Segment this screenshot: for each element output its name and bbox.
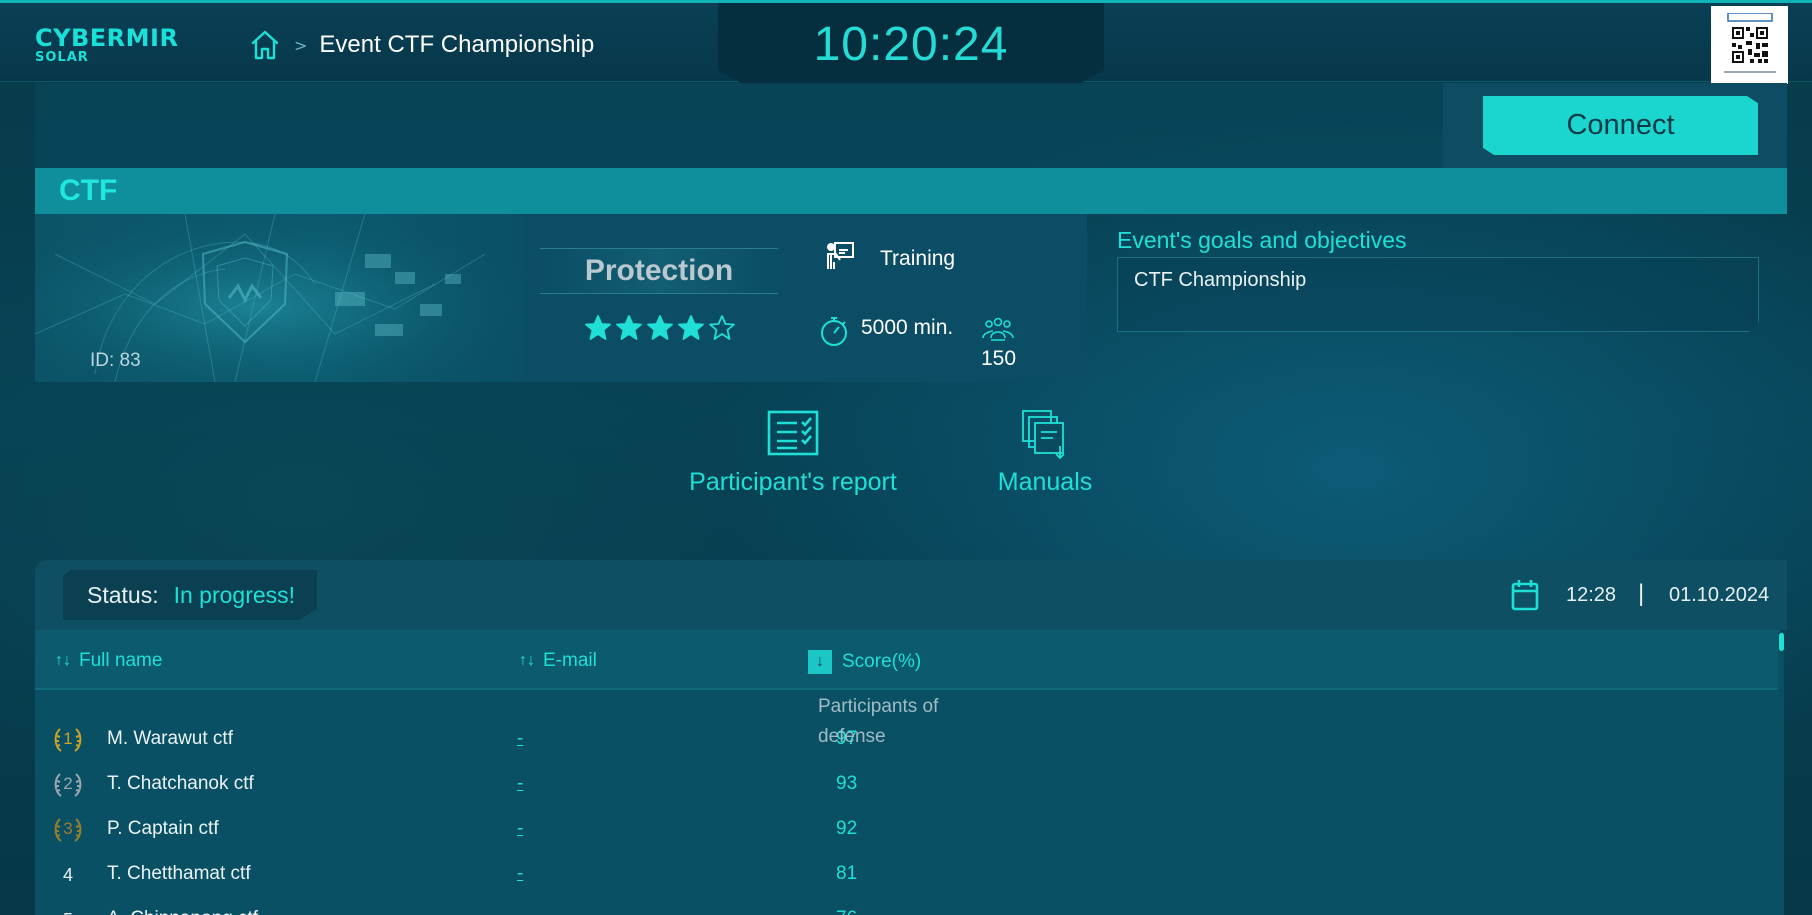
clock: 10:20:24 [813, 17, 1009, 71]
participant-score: 93 [836, 773, 858, 794]
star-filled-icon [647, 315, 673, 340]
participant-name: M. Warawut ctf [107, 728, 233, 749]
breadcrumb-current: Event CTF Championship [319, 31, 595, 58]
home-icon[interactable] [250, 29, 280, 61]
participant-score: 81 [836, 863, 858, 884]
participants-table: ↑↓ Full name ↑↓ E-mail ↓ Score(%) 1 M. Wa… [35, 630, 1780, 915]
status-time: 12:28 [1566, 584, 1617, 606]
report-checklist-icon [767, 410, 819, 456]
star-empty-icon [709, 315, 735, 340]
laurel-rank-icon: 2 [52, 769, 84, 801]
qr-code[interactable] [1711, 6, 1788, 84]
table-row[interactable]: 4 T. Chetthamat ctf - 81 [35, 850, 1780, 895]
participant-email-link[interactable]: - [517, 728, 523, 750]
participant-name: A. Chinnapong ctf [107, 908, 258, 915]
table-row[interactable]: 2 T. Chatchanok ctf - 93 [35, 760, 1780, 805]
connect-button[interactable]: Connect [1483, 96, 1758, 155]
participant-score: 92 [836, 818, 858, 839]
manuals-button[interactable]: Manuals [990, 410, 1100, 497]
rank-number: 3 [63, 819, 73, 838]
event-duration: 5000 min. [861, 316, 954, 339]
star-filled-icon [585, 315, 611, 340]
breadcrumb: > Event CTF Championship [250, 27, 594, 63]
participant-email-link[interactable]: - [517, 773, 523, 795]
presentation-icon [825, 240, 855, 276]
rating-stars [585, 315, 735, 341]
qr-code-icon [1723, 13, 1776, 73]
participant-email-link[interactable]: - [517, 818, 523, 840]
score-tooltip: Participants of defense [818, 696, 939, 747]
manuals-label: Manuals [997, 468, 1093, 496]
event-mode: Training [880, 247, 956, 270]
breadcrumb-separator: > [294, 35, 308, 55]
manuals-icon [1022, 410, 1065, 460]
category-title: CTF [59, 174, 118, 207]
sort-score[interactable]: ↓ Score(%) [808, 650, 921, 674]
rank-number: 1 [63, 729, 73, 748]
logo-main-text: CYBERMIR [35, 24, 179, 52]
goals-text: CTF Championship [1134, 269, 1307, 291]
table-row[interactable]: 3 P. Captain ctf - 92 [35, 805, 1780, 850]
logo[interactable]: CYBERMIR SOLAR [35, 25, 178, 65]
goals-title: Event's goals and objectives [1117, 227, 1407, 253]
participant-email-link[interactable]: - [517, 908, 523, 915]
participant-name: T. Chetthamat ctf [107, 863, 251, 884]
sort-descending-icon: ↓ [808, 650, 832, 674]
logo-sub-text: SOLAR [35, 50, 89, 65]
sort-arrows-icon: ↑↓ [519, 652, 535, 669]
laurel-rank-icon: 1 [52, 724, 84, 756]
category-band: CTF [35, 168, 1787, 214]
table-header: ↑↓ Full name ↑↓ E-mail ↓ Score(%) [35, 630, 1780, 690]
column-score: Score(%) [842, 651, 922, 672]
table-scrollbar-thumb[interactable] [1779, 633, 1784, 651]
table-scrollbar-track[interactable] [1778, 632, 1784, 915]
time-date-separator: | [1638, 580, 1645, 607]
laurel-rank-icon: 3 [52, 814, 84, 846]
participants-report-label: Participant's report [689, 468, 897, 496]
sort-arrows-icon: ↑↓ [55, 652, 71, 669]
participants-count: 150 [981, 347, 1017, 370]
rank-number: 4 [62, 864, 73, 885]
calendar-icon [1511, 579, 1539, 615]
participant-name: T. Chatchanok ctf [107, 773, 254, 794]
stopwatch-icon [818, 314, 850, 352]
status-value: In progress! [173, 581, 296, 608]
status-box: Status: In progress! [63, 570, 317, 620]
status-date: 01.10.2024 [1669, 584, 1770, 606]
top-bar: CYBERMIR SOLAR > Event CTF Championship … [0, 0, 1812, 85]
goals-box: CTF Championship [1117, 257, 1759, 332]
event-type: Protection [584, 254, 734, 287]
column-email: E-mail [543, 650, 597, 671]
event-cover-image: ID: 83 [35, 214, 525, 382]
participant-email-link[interactable]: - [517, 863, 523, 885]
sort-full-name[interactable]: ↑↓ Full name [55, 650, 162, 672]
participants-report-button[interactable]: Participant's report [684, 410, 902, 497]
status-label: Status: [87, 581, 159, 608]
event-id: ID: 83 [90, 350, 141, 371]
star-filled-icon [678, 315, 704, 340]
participants-icon [981, 316, 1015, 346]
star-filled-icon [616, 315, 642, 340]
event-type-box: Protection [540, 248, 778, 294]
clock-panel: 10:20:24 [718, 3, 1104, 85]
rank-number: 2 [63, 774, 73, 793]
rank-number: 5 [52, 904, 84, 915]
table-row[interactable]: 5 A. Chinnapong ctf - 76 [35, 895, 1780, 915]
sort-email[interactable]: ↑↓ E-mail [519, 650, 597, 672]
column-full-name: Full name [79, 650, 163, 671]
participant-score: 76 [836, 908, 857, 915]
participant-name: P. Captain ctf [107, 818, 219, 839]
